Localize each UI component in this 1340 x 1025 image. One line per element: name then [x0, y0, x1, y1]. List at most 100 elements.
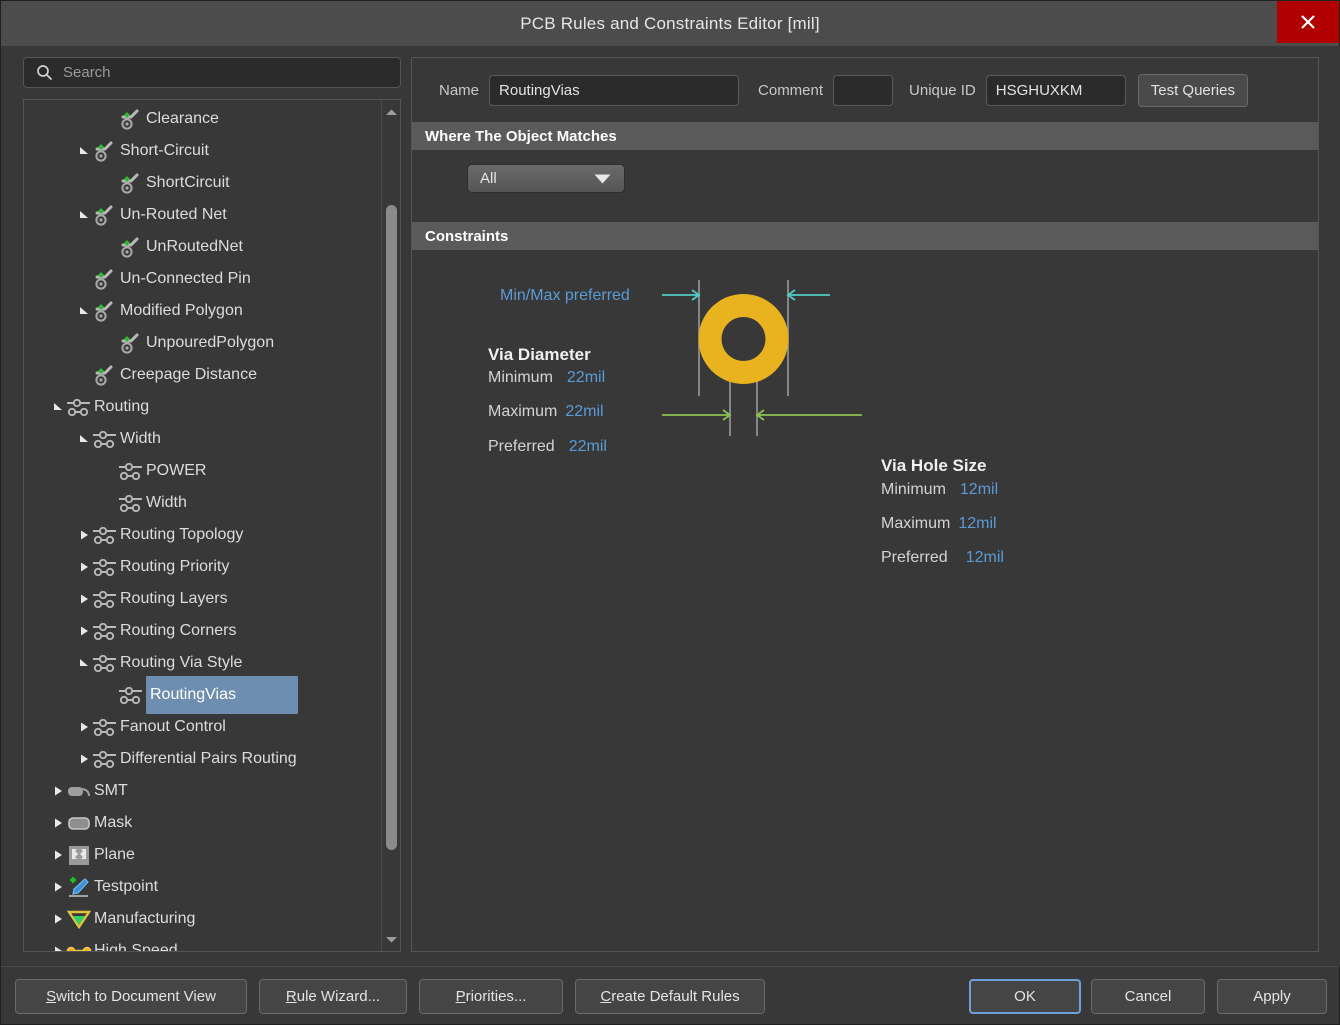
tree-twisty[interactable] — [50, 839, 66, 871]
via-hole-preferred-value[interactable]: 12mil — [966, 549, 1004, 567]
tree-twisty[interactable] — [76, 583, 92, 615]
priorities-button[interactable]: Priorities... — [419, 979, 563, 1014]
unique-id-label: Unique ID — [909, 82, 976, 99]
tree-item-manufacturing[interactable]: Manufacturing — [24, 903, 382, 935]
tree-item-clearance[interactable]: Clearance — [24, 103, 382, 135]
tree-twisty[interactable] — [76, 551, 92, 583]
tree-item-mask[interactable]: Mask — [24, 807, 382, 839]
tree-item-icon — [66, 938, 92, 951]
rule-wizard-button[interactable]: Rule Wizard... — [259, 979, 407, 1014]
search-box[interactable] — [23, 57, 401, 88]
tree-item-unpouredpolygon[interactable]: UnpouredPolygon — [24, 327, 382, 359]
tree-item-routing-priority[interactable]: Routing Priority — [24, 551, 382, 583]
ok-button[interactable]: OK — [969, 979, 1081, 1014]
via-diameter-minimum-value[interactable]: 22mil — [567, 369, 605, 387]
tree-item-routing-topology[interactable]: Routing Topology — [24, 519, 382, 551]
tree-twisty[interactable] — [50, 807, 66, 839]
tree-item-smt[interactable]: SMT — [24, 775, 382, 807]
tree-item-icon — [92, 522, 118, 548]
tree-twisty[interactable] — [76, 135, 92, 167]
tree-twisty — [102, 231, 118, 263]
name-input[interactable] — [489, 75, 740, 106]
tree-item-short-circuit[interactable]: Short-Circuit — [24, 135, 382, 167]
tree-twisty[interactable] — [76, 199, 92, 231]
via-hole-maximum-value[interactable]: 12mil — [958, 515, 996, 533]
tree-item-plane[interactable]: Plane — [24, 839, 382, 871]
tree-item-creepage-distance[interactable]: Creepage Distance — [24, 359, 382, 391]
routing-icon — [67, 398, 90, 417]
via-hole-dimension — [662, 409, 862, 421]
tree-item-icon — [92, 138, 118, 164]
routing-icon — [93, 526, 116, 545]
rule-wizard-rest: ule Wizard... — [296, 988, 381, 1005]
tree-twisty[interactable] — [76, 711, 92, 743]
tree-twisty[interactable] — [50, 775, 66, 807]
via-hole-minimum-value[interactable]: 12mil — [960, 481, 998, 499]
tree-item-power[interactable]: POWER — [24, 455, 382, 487]
rule-icon — [121, 237, 139, 258]
tree-scrollbar[interactable] — [381, 100, 400, 951]
apply-button[interactable]: Apply — [1217, 979, 1327, 1014]
close-button[interactable] — [1277, 1, 1339, 43]
tree-item-testpoint[interactable]: Testpoint — [24, 871, 382, 903]
tree-twisty[interactable] — [76, 519, 92, 551]
scroll-up-button[interactable] — [382, 102, 400, 122]
tree-item-unroutednet[interactable]: UnRoutedNet — [24, 231, 382, 263]
tree-item-shortcircuit[interactable]: ShortCircuit — [24, 167, 382, 199]
tree-item-label: Testpoint — [94, 878, 159, 895]
tree-item-routing[interactable]: Routing — [24, 391, 382, 423]
tree-item-icon — [92, 298, 118, 324]
tree-item-modified-polygon[interactable]: Modified Polygon — [24, 295, 382, 327]
tree-item-width[interactable]: Width — [24, 487, 382, 519]
rules-tree-panel: Clearance Short-Circuit ShortCircuit Un-Rou… — [23, 99, 401, 952]
switch-to-document-view-button[interactable]: Switch to Document View — [15, 979, 247, 1014]
triangle-collapsed-icon — [81, 594, 88, 604]
tree-twisty — [102, 455, 118, 487]
scroll-down-button[interactable] — [382, 929, 400, 949]
tree-twisty[interactable] — [76, 647, 92, 679]
tree-twisty[interactable] — [76, 743, 92, 775]
scope-dropdown[interactable]: All — [467, 164, 625, 193]
tree-twisty[interactable] — [76, 423, 92, 455]
tree-twisty[interactable] — [50, 391, 66, 423]
via-diameter-preferred-value[interactable]: 22mil — [569, 438, 607, 456]
tree-item-un-routed-net[interactable]: Un-Routed Net — [24, 199, 382, 231]
triangle-collapsed-icon — [81, 530, 88, 540]
triangle-collapsed-icon — [55, 882, 62, 892]
comment-input[interactable] — [833, 75, 894, 106]
tree-item-differential-pairs-routing[interactable]: Differential Pairs Routing — [24, 743, 382, 775]
tree-item-routing-layers[interactable]: Routing Layers — [24, 583, 382, 615]
unique-id-input[interactable] — [985, 75, 1126, 106]
via-diameter-minimum-row: Minimum 22mil — [488, 369, 605, 387]
triangle-collapsed-icon — [55, 914, 62, 924]
tree-twisty[interactable] — [50, 871, 66, 903]
tree-item-routing-corners[interactable]: Routing Corners — [24, 615, 382, 647]
tree-item-icon — [66, 394, 92, 420]
tree-item-fanout-control[interactable]: Fanout Control — [24, 711, 382, 743]
cancel-button[interactable]: Cancel — [1091, 979, 1205, 1014]
via-diameter-maximum-value[interactable]: 22mil — [565, 403, 603, 421]
min-max-preferred-link[interactable]: Min/Max preferred — [500, 287, 630, 305]
close-icon — [1301, 15, 1315, 29]
tree-item-high-speed[interactable]: High Speed — [24, 935, 382, 951]
triangle-expanded-icon — [80, 307, 88, 314]
scrollbar-thumb[interactable] — [386, 205, 397, 850]
test-queries-button[interactable]: Test Queries — [1137, 74, 1248, 107]
tree-item-routing-via-style[interactable]: Routing Via Style — [24, 647, 382, 679]
rule-icon — [121, 109, 139, 130]
triangle-expanded-icon — [80, 147, 88, 154]
tree-twisty[interactable] — [76, 295, 92, 327]
tree-list: Clearance Short-Circuit ShortCircuit Un-Rou… — [24, 100, 382, 951]
tree-item-un-connected-pin[interactable]: Un-Connected Pin — [24, 263, 382, 295]
tree-item-icon — [118, 170, 144, 196]
triangle-expanded-icon — [80, 659, 88, 666]
tree-twisty — [102, 679, 118, 711]
tree-twisty[interactable] — [50, 935, 66, 951]
triangle-collapsed-icon — [81, 754, 88, 764]
tree-twisty[interactable] — [50, 903, 66, 935]
tree-item-width[interactable]: Width — [24, 423, 382, 455]
search-input[interactable] — [63, 64, 363, 81]
tree-twisty[interactable] — [76, 615, 92, 647]
tree-item-routingvias[interactable]: RoutingVias — [24, 676, 382, 714]
create-default-rules-button[interactable]: Create Default Rules — [575, 979, 765, 1014]
